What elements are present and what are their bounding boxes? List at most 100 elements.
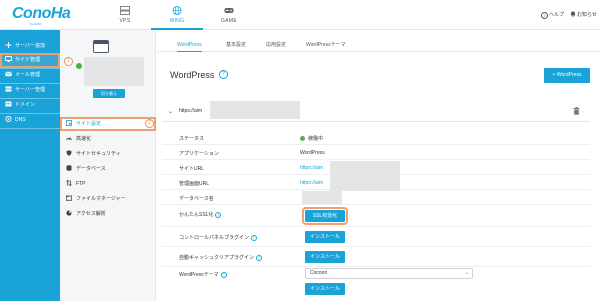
switch-site-button[interactable]: 切り替え [93,89,125,98]
tab-wordpress[interactable]: WordPress [177,40,202,52]
callout-2: 2 [145,119,154,128]
subnav-security[interactable]: サイトセキュリティ [60,147,156,161]
status-text: 稼働中 [308,136,324,142]
chevron-down-icon: ⌄ [464,270,469,276]
speed-icon [66,137,72,141]
install-cache-plugin-button[interactable]: インストール [305,251,345,263]
theme-select[interactable]: Cocoon ⌄ [305,268,473,279]
question-icon: ? [541,12,548,19]
row-label: コントロールパネルプラグイン? [179,234,258,241]
subnav-label: サイトセキュリティ [76,151,121,157]
sidebar-item-label: サイト管理 [15,57,41,63]
trash-icon[interactable] [573,107,580,115]
status-value: 稼働中 [300,135,323,142]
theme-select-value: Cocoon [310,270,328,276]
question-icon[interactable]: ? [215,212,222,218]
question-icon[interactable]: ? [256,255,263,261]
application-value: WordPress [300,150,325,156]
server-icon [5,86,12,92]
database-icon [66,165,72,171]
question-icon[interactable]: ? [251,235,258,241]
help-label: ヘルプ [549,12,565,18]
subnav-label: ファイルマネージャー [76,196,126,202]
sidebar-item-add-server[interactable]: サーバー追加 [0,39,60,54]
bell-icon [571,11,575,17]
main-sidebar: サーバー追加 サイト管理 メール管理 サーバー管理 ドメイン DNS [0,30,60,301]
sidebar-item-site-management[interactable]: サイト管理 [0,53,60,68]
site-url-link[interactable]: https://aim [300,165,323,171]
admin-url-link[interactable]: https://aim [300,180,323,186]
subnav-access-analysis[interactable]: アクセス解析 [60,207,156,221]
main-content: WordPress 基本設定 応用設定 WordPressテーマ WordPre… [157,30,600,301]
site-header-row[interactable]: ⌄ https://aim [162,100,590,122]
sidebar-item-dns[interactable]: DNS [0,113,60,128]
monitor-icon [5,56,12,62]
subnav-ftp[interactable]: FTP [60,177,156,191]
control-panel-plugin-row: コントロールパネルプラグイン? インストール [162,227,590,247]
site-name-redacted [84,57,144,86]
site-url-redacted [210,101,300,119]
row-label: サイトURL [179,166,205,172]
subnav-label: データベース [76,166,106,172]
database-name-row: データベース名 [162,190,590,205]
row-label: アプリケーション [179,151,219,157]
tab-wordpress-theme[interactable]: WordPressテーマ [306,40,346,52]
database-name-redacted [302,191,342,204]
site-thumbnail-icon [93,40,109,53]
cache-clear-plugin-row: 自動キャッシュクリアプラグイン? インストール [162,247,590,267]
question-icon[interactable]: ? [220,272,227,278]
sidebar-item-server[interactable]: サーバー管理 [0,83,60,98]
top-bar: ConoHa by GMO VPS WING GAME ? ヘルプ お知らせ [0,0,600,30]
add-wordpress-button[interactable]: + WordPress [544,68,590,83]
mail-icon [5,71,12,77]
subnav-file-manager[interactable]: ファイルマネージャー [60,192,156,206]
notice-link[interactable]: お知らせ [570,11,597,18]
domain-icon [5,101,12,107]
chevron-down-icon[interactable]: ⌄ [168,108,173,115]
subnav-label: アクセス解析 [76,211,106,217]
running-status-icon [300,136,305,141]
help-link[interactable]: ? ヘルプ [541,11,564,19]
sidebar-item-label: DNS [15,117,26,123]
sidebar-item-label: ドメイン [15,102,36,108]
ssl-enable-button[interactable]: SSL有効化 [302,207,348,225]
notice-label: お知らせ [577,12,597,18]
sidebar-item-label: メール管理 [15,72,41,78]
tab-advanced-settings[interactable]: 応用設定 [266,40,286,52]
subnav-database[interactable]: データベース [60,162,156,176]
subnav-site-settings[interactable]: サイト設定 [60,117,156,131]
plugin-label-text: 自動キャッシュクリアプラグイン [179,255,255,261]
tab-basic-settings[interactable]: 基本設定 [226,40,246,52]
shield-icon [66,150,72,156]
brand-logo[interactable]: ConoHa [12,5,71,23]
folder-icon [66,195,72,201]
install-theme-button[interactable]: インストール [305,283,345,295]
row-label: ステータス [179,136,205,142]
page-title: WordPress [170,70,215,80]
sidebar-divider [0,128,60,129]
tab-wing[interactable]: WING [151,3,203,30]
subnav-label: FTP [76,181,86,187]
sidebar-item-mail[interactable]: メール管理 [0,68,60,83]
globe-icon [172,6,182,15]
help-icon[interactable]: ? [219,70,228,79]
status-row: ステータス 稼働中 [162,130,590,145]
sidebar-item-domain[interactable]: ドメイン [0,98,60,113]
row-label: かんたんSSL化? [179,211,222,218]
row-label: 自動キャッシュクリアプラグイン? [179,254,263,261]
row-label: WordPressテーマ? [179,271,227,278]
plus-icon [5,42,12,48]
pie-chart-icon [66,210,72,216]
row-label: 管理画面URL [179,181,210,187]
tab-game[interactable]: GAME [203,3,255,30]
tab-vps[interactable]: VPS [99,3,151,30]
tab-wing-label: WING [169,18,185,24]
subnav-speed[interactable]: 高速化 [60,132,156,146]
install-control-panel-plugin-button[interactable]: インストール [305,231,345,243]
brand-logo-sub: by GMO [30,22,42,26]
sidebar-item-label: サーバー追加 [15,43,45,49]
row-label: データベース名 [179,196,214,202]
application-row: アプリケーション WordPress [162,145,590,160]
url-redacted [330,161,400,191]
site-url: https://aim [179,108,203,114]
